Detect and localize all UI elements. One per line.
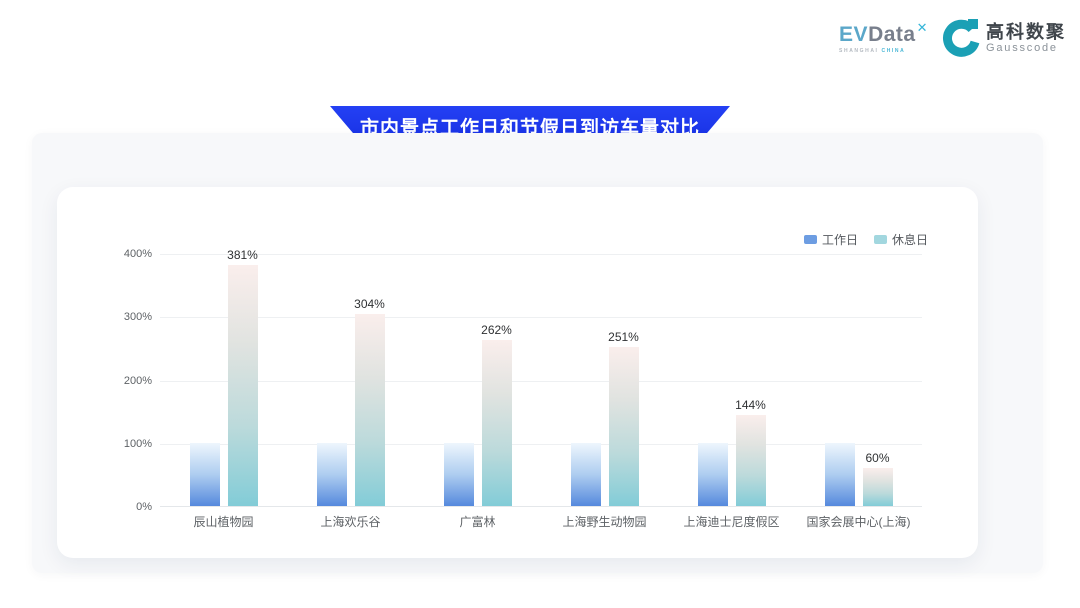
bar-value-label: 144%: [735, 398, 766, 412]
evdata-x-icon: ✕: [917, 21, 928, 34]
bar-restday: 251%: [609, 347, 639, 506]
bar-restday: 381%: [228, 265, 258, 506]
bar-group: 262%: [414, 254, 541, 506]
bar-value-label: 304%: [354, 297, 385, 311]
x-axis-category-label: 上海欢乐谷: [287, 513, 414, 530]
page: EVData✕ SHANGHAI CHINA 高科数聚 Gausscode 市内…: [0, 0, 1080, 608]
bar-value-label: 262%: [481, 323, 512, 337]
x-axis: 辰山植物园上海欢乐谷广富林上海野生动物园上海迪士尼度假区国家会展中心(上海): [160, 513, 922, 530]
legend-label-restday: 休息日: [892, 231, 928, 248]
bar-group: 381%: [160, 254, 287, 506]
evdata-subtext: SHANGHAI CHINA: [839, 48, 905, 54]
bar-group: 251%: [541, 254, 668, 506]
gausscode-g-icon: [942, 18, 980, 58]
y-axis-tick-label: 200%: [124, 375, 152, 387]
bar-restday: 60%: [863, 468, 893, 506]
bar-workday: [571, 443, 601, 506]
bar-group: 304%: [287, 254, 414, 506]
gausscode-logo: 高科数聚 Gausscode: [942, 18, 1066, 58]
chart-panel: 工作日 休息日 0% 100% 200% 300% 400% 381% 304% 262% 25…: [32, 133, 1043, 573]
chart-plot-area: 381% 304% 262% 251% 144% 60%: [160, 254, 922, 507]
evdata-wordmark: EVData✕: [839, 23, 928, 47]
legend-marker-workday: [804, 235, 817, 244]
bar-restday: 262%: [482, 340, 512, 506]
bar-group: 60%: [795, 254, 922, 506]
x-axis-category-label: 广富林: [414, 513, 541, 530]
bar-value-label: 60%: [865, 451, 889, 465]
y-axis: 0%100%200%300%400%: [57, 254, 152, 507]
x-axis-category-label: 上海迪士尼度假区: [668, 513, 795, 530]
bar-value-label: 251%: [608, 330, 639, 344]
bar-value-label: 381%: [227, 248, 258, 262]
x-axis-category-label: 上海野生动物园: [541, 513, 668, 530]
chart-legend: 工作日 休息日: [804, 231, 928, 248]
chart-card: 工作日 休息日 0% 100% 200% 300% 400% 381% 304% 262% 25…: [57, 187, 978, 558]
bar-restday: 144%: [736, 415, 766, 506]
evdata-logo: EVData✕ SHANGHAI CHINA: [839, 23, 928, 54]
bar-group: 144%: [668, 254, 795, 506]
legend-label-workday: 工作日: [822, 231, 858, 248]
gausscode-en: Gausscode: [986, 42, 1066, 55]
bar-groups: 381% 304% 262% 251% 144% 60%: [160, 254, 922, 506]
bar-workday: [698, 443, 728, 506]
bar-workday: [317, 443, 347, 506]
bar-workday: [444, 443, 474, 506]
y-axis-tick-label: 0%: [136, 501, 152, 513]
evdata-ev-text: EV: [839, 23, 868, 47]
x-axis-category-label: 国家会展中心(上海): [795, 513, 922, 530]
legend-marker-restday: [874, 235, 887, 244]
bar-workday: [825, 443, 855, 506]
y-axis-tick-label: 400%: [124, 248, 152, 260]
gausscode-text: 高科数聚 Gausscode: [986, 22, 1066, 55]
bar-workday: [190, 443, 220, 506]
y-axis-tick-label: 300%: [124, 311, 152, 323]
bar-restday: 304%: [355, 314, 385, 506]
x-axis-category-label: 辰山植物园: [160, 513, 287, 530]
gausscode-cn: 高科数聚: [986, 22, 1066, 42]
legend-item-restday[interactable]: 休息日: [874, 231, 928, 248]
legend-item-workday[interactable]: 工作日: [804, 231, 858, 248]
header-logos: EVData✕ SHANGHAI CHINA 高科数聚 Gausscode: [839, 18, 1066, 58]
evdata-data-text: Data: [868, 23, 916, 47]
y-axis-tick-label: 100%: [124, 438, 152, 450]
